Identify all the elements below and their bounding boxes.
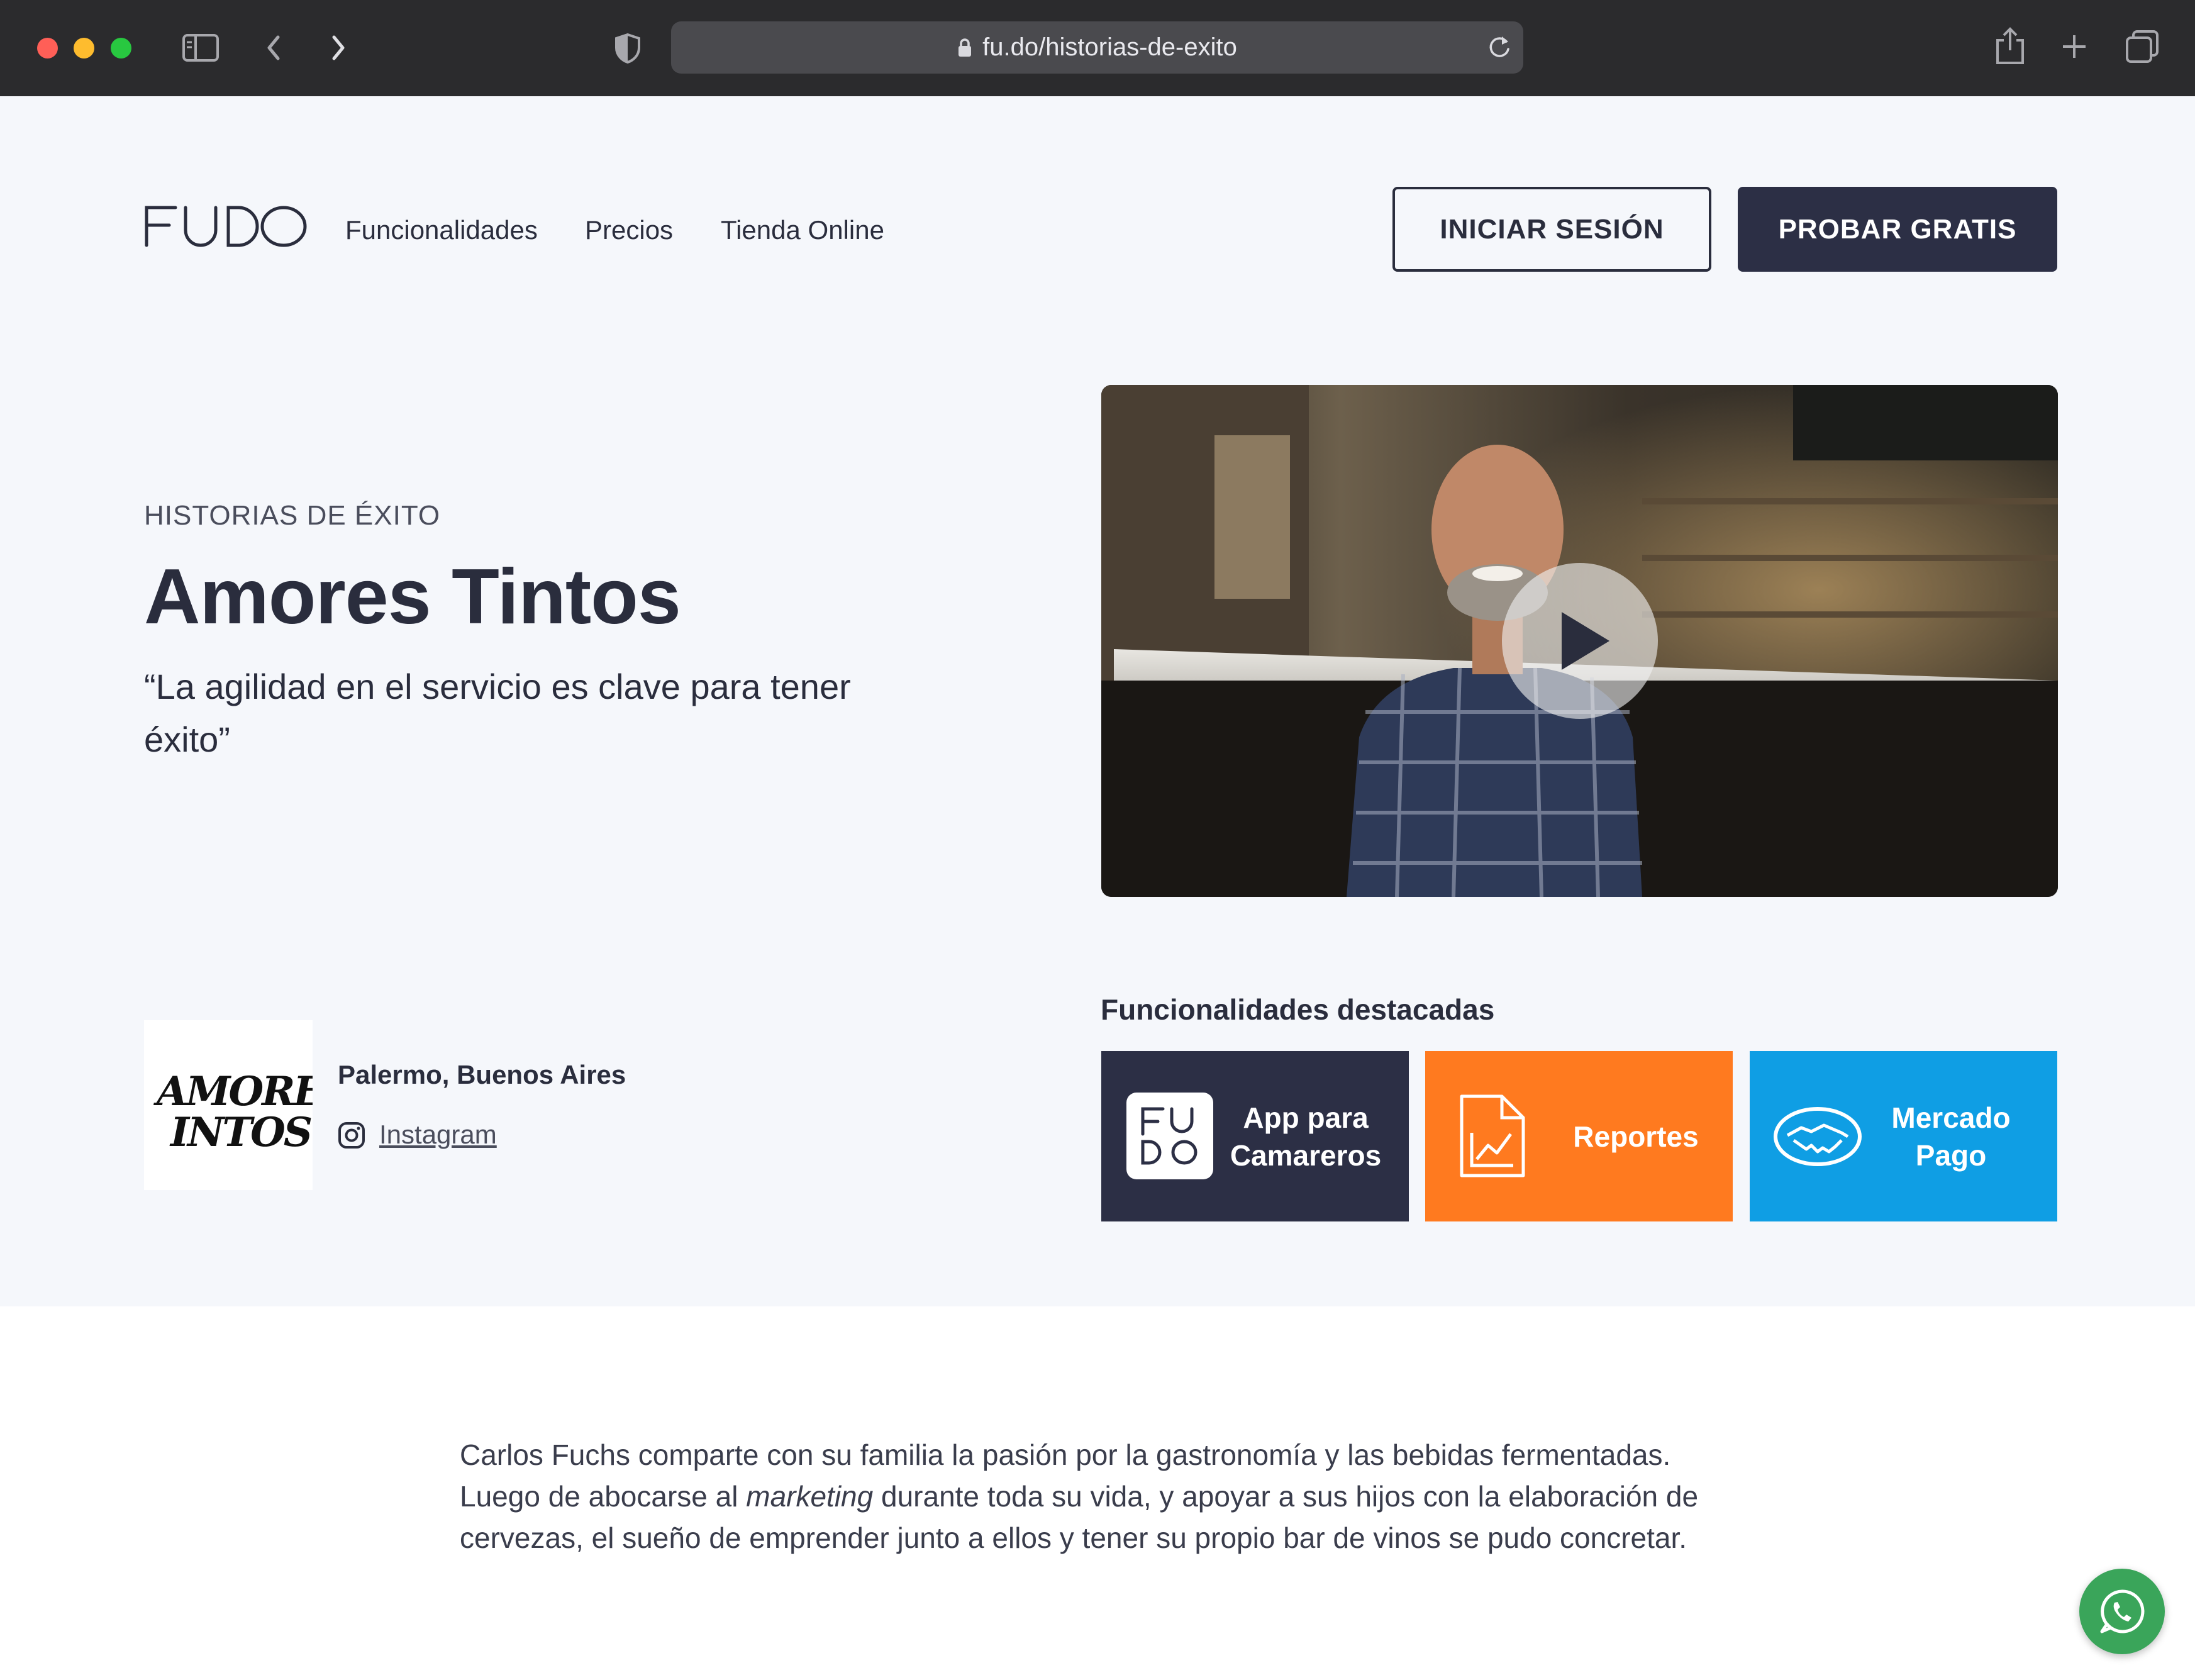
address-bar[interactable]: fu.do/historias-de-exito [671,21,1523,74]
feature-tile-mercado-pago[interactable]: Mercado Pago [1750,1051,2057,1221]
story-line-2-start: Luego de abocarse al [460,1480,747,1513]
feature-label-mercado-pago: Mercado Pago [1891,1101,2011,1172]
browser-toolbar: fu.do/historias-de-exito [0,0,2195,96]
story-emphasis: marketing [746,1480,874,1513]
logo-text-intos: INTOS [169,1109,311,1156]
minimize-window-button[interactable] [74,38,94,58]
feature-tile-app-camareros[interactable]: App para Camareros [1101,1051,1409,1221]
play-button[interactable] [1501,563,1658,719]
login-button[interactable]: INICIAR SESIÓN [1392,187,1711,272]
feature-label-app-camareros: App para Camareros [1230,1101,1382,1172]
close-window-button[interactable] [37,38,58,58]
report-chart-icon [1460,1094,1525,1177]
story-line-2-end: durante toda su vida, y apoyar a sus hij… [873,1480,1699,1513]
business-location: Palermo, Buenos Aires [338,1060,626,1089]
url-text: fu.do/historias-de-exito [982,33,1237,61]
tab-overview-icon[interactable] [2125,29,2160,64]
maximize-window-button[interactable] [111,38,131,58]
forward-icon[interactable] [329,33,348,62]
feature-label-reportes: Reportes [1573,1120,1699,1153]
features-heading: Funcionalidades destacadas [1101,993,1495,1026]
amores-tintos-logo: AMORES INTOS [153,1068,352,1156]
lock-icon [959,38,972,57]
whatsapp-button[interactable] [2079,1569,2165,1654]
nav-tienda-online[interactable]: Tienda Online [721,213,884,248]
business-logo: AMORES INTOS [144,1020,352,1190]
fudo-logo[interactable] [144,205,308,248]
free-trial-button[interactable]: PROBAR GRATIS [1738,187,2057,272]
nav-precios[interactable]: Precios [585,213,673,248]
play-icon [1561,612,1609,670]
feature-tile-reportes[interactable]: Reportes [1425,1051,1733,1221]
logo-text-amores: AMORES [153,1068,313,1115]
privacy-shield-icon[interactable] [614,33,642,64]
nav-funcionalidades[interactable]: Funcionalidades [345,213,538,248]
story-paragraph: Carlos Fuchs comparte con su familia la … [460,1434,1743,1559]
video-thumbnail[interactable] [1101,385,2058,897]
story-line-3: cervezas, el sueño de emprender junto a … [460,1521,1687,1554]
handshake-icon [1774,1107,1862,1166]
fudo-logo-icon [1126,1093,1213,1179]
story-line-1: Carlos Fuchs comparte con su familia la … [460,1438,1671,1471]
section-eyebrow: HISTORIAS DE ÉXITO [144,500,441,531]
instagram-link[interactable]: Instagram [379,1120,497,1150]
reload-icon[interactable] [1487,34,1512,60]
new-tab-icon[interactable] [2060,33,2088,60]
share-icon[interactable] [1994,26,2026,65]
back-icon[interactable] [264,33,283,62]
whatsapp-icon [2100,1589,2145,1633]
sidebar-toggle-icon[interactable] [182,33,220,62]
page-title: Amores Tintos [144,554,681,640]
hero-quote: “La agilidad en el servicio es clave par… [144,667,851,759]
instagram-icon[interactable] [338,1121,365,1149]
